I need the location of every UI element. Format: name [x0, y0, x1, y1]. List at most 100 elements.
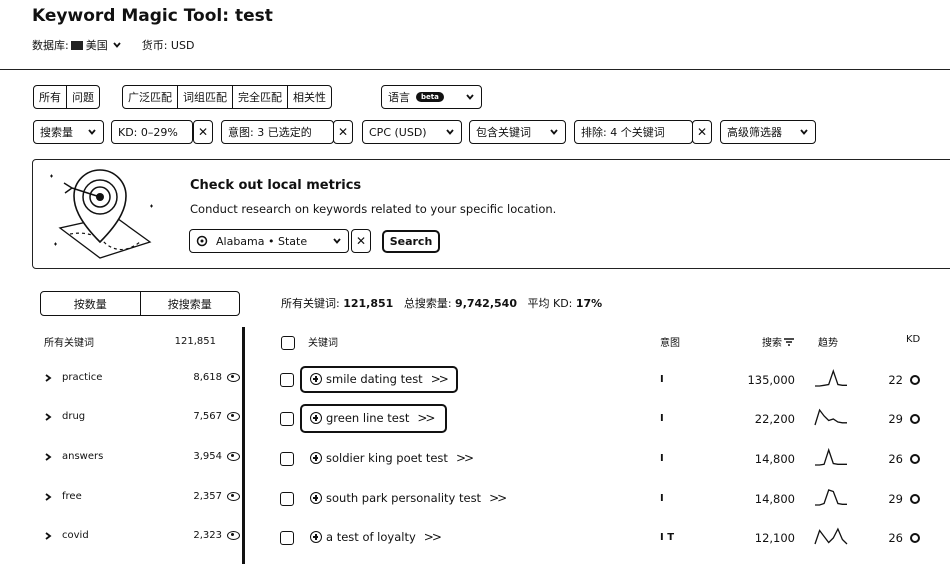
open-serp-icon[interactable]: >> — [456, 451, 474, 465]
database-select[interactable]: 美国 — [86, 37, 108, 53]
match-type-tabs: 广泛匹配 词组匹配 完全匹配 相关性 — [122, 85, 332, 109]
kd-value: 26 — [888, 531, 903, 545]
column-volume[interactable]: 搜索 — [762, 334, 794, 349]
column-kd[interactable]: KD — [906, 334, 920, 345]
sidebar-item-answers[interactable]: answers 3,954 — [44, 451, 240, 462]
intent-badge: I — [660, 453, 664, 464]
keyword-link[interactable]: soldier king poet test >> — [310, 451, 474, 465]
sidebar-all-keywords[interactable]: 所有关键词 121,851 — [44, 334, 216, 349]
sidebar-item-label: answers — [62, 451, 104, 462]
tab-all[interactable]: 所有 — [34, 86, 67, 108]
location-select[interactable]: Alabama • State — [189, 229, 349, 253]
chevron-down-icon — [333, 238, 341, 244]
add-keyword-icon[interactable] — [310, 492, 322, 504]
advanced-filters-dropdown[interactable]: 高级筛选器 — [720, 120, 816, 144]
tab-broad-match[interactable]: 广泛匹配 — [123, 86, 178, 108]
map-pin-target-illustration — [50, 169, 153, 259]
add-keyword-icon[interactable] — [310, 452, 322, 464]
by-count-button[interactable]: 按数量 — [41, 292, 141, 315]
keyword-link[interactable]: green line test >> — [310, 411, 435, 425]
sidebar-item-practice[interactable]: practice 8,618 — [44, 372, 240, 383]
sidebar-scrollbar[interactable] — [242, 327, 245, 564]
row-checkbox[interactable] — [280, 373, 294, 387]
open-serp-icon[interactable]: >> — [417, 411, 435, 425]
row-checkbox[interactable] — [280, 452, 294, 466]
currency-label: 货币: USD — [141, 39, 195, 52]
by-volume-button[interactable]: 按搜索量 — [141, 292, 240, 315]
header-meta: 数据库: 美国 货币: USD — [32, 37, 194, 53]
kd-value: 22 — [888, 373, 903, 387]
chevron-right-icon[interactable] — [44, 492, 52, 502]
exclude-keywords-filter[interactable]: 排除: 4 个关键词 — [574, 120, 693, 144]
chevron-right-icon[interactable] — [44, 531, 52, 541]
trend-sparkline — [814, 527, 848, 545]
sidebar-item-free[interactable]: free 2,357 — [44, 491, 240, 502]
sidebar-item-count: 2,323 — [193, 530, 222, 541]
database-label: 数据库: — [32, 39, 69, 52]
tab-related[interactable]: 相关性 — [288, 86, 331, 108]
eye-icon[interactable] — [227, 452, 240, 461]
chevron-right-icon[interactable] — [44, 452, 52, 462]
kd-indicator-icon — [910, 375, 920, 385]
avg-kd-value: 17% — [575, 297, 603, 310]
sidebar-item-label: drug — [62, 411, 86, 422]
intent-filter[interactable]: 意图: 3 已选定的 — [221, 120, 334, 144]
eye-icon[interactable] — [227, 412, 240, 421]
intent-filter-clear-button[interactable]: ✕ — [333, 120, 353, 144]
sidebar-header-label: 所有关键词 — [44, 338, 94, 349]
column-intent[interactable]: 意图 — [660, 334, 680, 349]
sidebar-item-count: 3,954 — [193, 451, 222, 462]
tab-exact-match[interactable]: 完全匹配 — [233, 86, 288, 108]
row-checkbox[interactable] — [280, 492, 294, 506]
kd-filter-label: KD: 0–29% — [118, 125, 178, 139]
beta-badge: beta — [416, 92, 444, 102]
trend-sparkline — [815, 489, 847, 506]
search-button[interactable]: Search — [382, 230, 440, 253]
open-serp-icon[interactable]: >> — [424, 530, 442, 544]
location-clear-button[interactable]: ✕ — [351, 229, 371, 253]
chevron-down-icon[interactable] — [112, 40, 122, 50]
column-volume-label: 搜索 — [762, 338, 782, 349]
keyword-link[interactable]: a test of loyalty >> — [310, 530, 442, 544]
kd-filter-clear-button[interactable]: ✕ — [193, 120, 213, 144]
all-keywords-value: 121,851 — [343, 297, 394, 310]
column-keyword[interactable]: 关键词 — [308, 334, 338, 349]
eye-icon[interactable] — [227, 492, 240, 501]
add-keyword-icon[interactable] — [310, 373, 322, 385]
tab-phrase-match[interactable]: 词组匹配 — [178, 86, 233, 108]
keyword-text: smile dating test — [326, 372, 423, 386]
page-title: Keyword Magic Tool: test — [32, 6, 273, 26]
language-dropdown[interactable]: 语言 beta — [381, 85, 482, 109]
chevron-down-icon — [800, 129, 808, 135]
sidebar-item-label: covid — [62, 530, 89, 541]
cpc-filter[interactable]: CPC (USD) — [362, 120, 462, 144]
include-keywords-filter[interactable]: 包含关键词 — [469, 120, 566, 144]
chevron-right-icon[interactable] — [44, 373, 52, 383]
chevron-down-icon — [446, 129, 454, 135]
open-serp-icon[interactable]: >> — [431, 372, 449, 386]
sidebar-item-label: practice — [62, 372, 103, 383]
kd-filter[interactable]: KD: 0–29% — [111, 120, 193, 144]
volume-filter[interactable]: 搜索量 — [33, 120, 104, 144]
add-keyword-icon[interactable] — [310, 412, 322, 424]
keyword-link[interactable]: smile dating test >> — [310, 372, 449, 386]
open-serp-icon[interactable]: >> — [489, 491, 507, 505]
row-checkbox[interactable] — [280, 412, 294, 426]
row-checkbox[interactable] — [280, 531, 294, 545]
chevron-down-icon — [466, 94, 474, 100]
chevron-right-icon[interactable] — [44, 412, 52, 422]
sidebar-header-count: 121,851 — [174, 336, 216, 347]
kd-indicator-icon — [910, 414, 920, 424]
sidebar-item-covid[interactable]: covid 2,323 — [44, 530, 240, 541]
exclude-filter-clear-button[interactable]: ✕ — [692, 120, 712, 144]
select-all-checkbox[interactable] — [281, 336, 295, 350]
sidebar-item-drug[interactable]: drug 7,567 — [44, 411, 240, 422]
eye-icon[interactable] — [227, 531, 240, 540]
tab-questions[interactable]: 问题 — [67, 86, 99, 108]
trend-line — [814, 527, 848, 545]
keyword-link[interactable]: south park personality test >> — [310, 491, 507, 505]
add-keyword-icon[interactable] — [310, 531, 322, 543]
keyword-text: a test of loyalty — [326, 530, 416, 544]
trend-line — [815, 489, 847, 506]
eye-icon[interactable] — [227, 373, 240, 382]
